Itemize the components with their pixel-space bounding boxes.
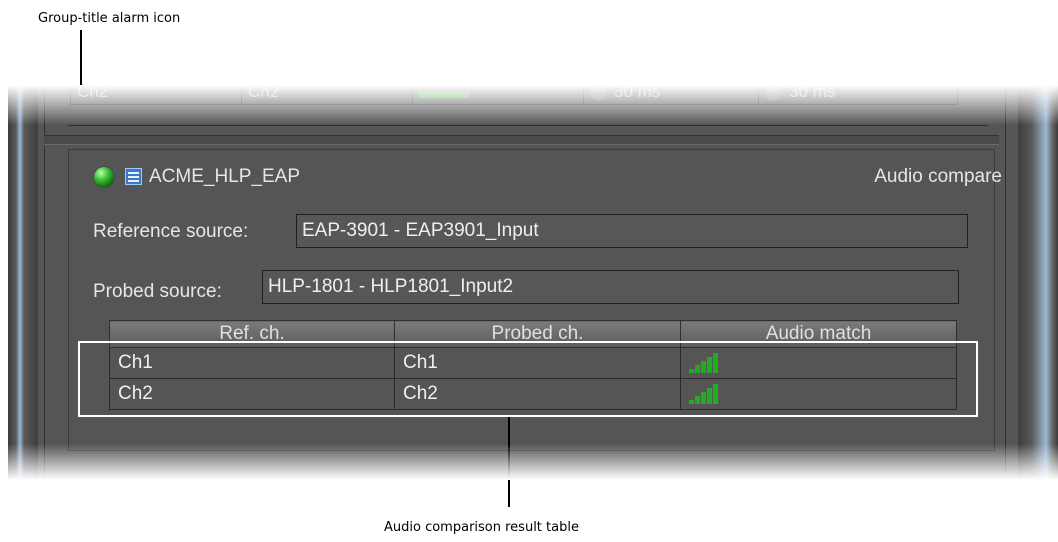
prev-delay-cell: 30 ms [584, 85, 759, 104]
probed-source-label: Probed source: [93, 281, 222, 302]
screenshot-frame: Ch2 Ch2 30 ms 30 ms ACME_HLP_EAP Audio c… [8, 85, 1058, 480]
previous-group-row: Ch2 Ch2 30 ms 30 ms [70, 85, 958, 105]
prev-led-icon [765, 85, 781, 101]
group-separator [44, 135, 999, 145]
callout-alarm-icon: Group-title alarm icon [38, 11, 181, 26]
callout-leader-bottom [508, 417, 510, 507]
results-highlight-box [78, 341, 978, 417]
group-title: ACME_HLP_EAP [149, 166, 301, 187]
prev-delay-value-2: 30 ms [789, 85, 836, 101]
prev-probed-cell: Ch2 [242, 85, 413, 104]
prev-delay-cell-2: 30 ms [759, 85, 957, 104]
prev-group-border [68, 125, 988, 126]
window-left-edge [8, 85, 38, 480]
prev-ref-cell: Ch2 [71, 85, 242, 104]
prev-match-cell [413, 85, 584, 104]
window-right-edge [1018, 85, 1058, 480]
reference-source-label: Reference source: [93, 221, 249, 242]
probed-source-field[interactable]: HLP-1801 - HLP1801_Input2 [262, 270, 959, 304]
prev-match-bar [419, 92, 469, 98]
prev-delay-value: 30 ms [614, 85, 661, 101]
prev-led-icon [590, 85, 606, 101]
table-icon[interactable] [125, 168, 142, 185]
reference-source-field[interactable]: EAP-3901 - EAP3901_Input [296, 214, 968, 248]
callout-result-table: Audio comparison result table [384, 520, 579, 535]
group-type: Audio compare [874, 166, 1002, 187]
green-led-icon[interactable] [94, 167, 114, 187]
